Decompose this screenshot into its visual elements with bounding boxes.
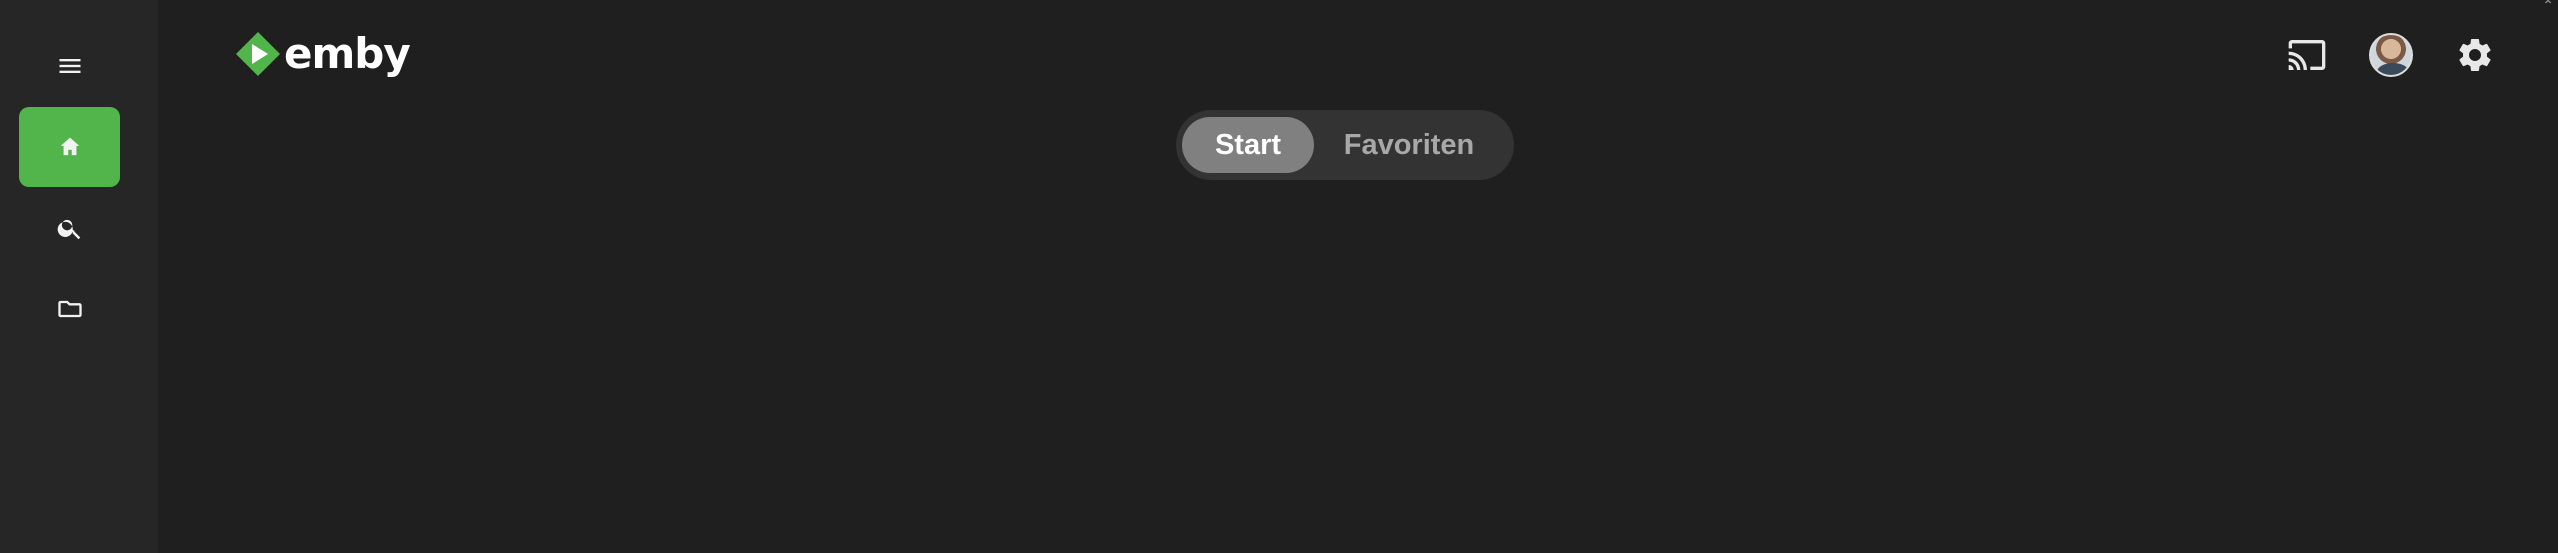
gear-icon (2459, 38, 2491, 71)
user-avatar (2369, 33, 2413, 77)
sidebar-item-home[interactable] (19, 107, 120, 187)
app-name: emby (284, 29, 411, 78)
cast-button[interactable] (2282, 30, 2332, 80)
emby-logo[interactable]: emby (234, 29, 411, 78)
sidebar (0, 0, 158, 553)
sidebar-item-folder[interactable] (19, 269, 120, 349)
menu-icon (59, 59, 80, 73)
search-icon (57, 219, 80, 240)
tab-start[interactable]: Start (1182, 117, 1314, 173)
cast-icon (2288, 40, 2326, 70)
folder-icon (57, 300, 82, 318)
home-icon (60, 137, 79, 156)
sidebar-item-search[interactable] (19, 188, 120, 268)
sidebar-menu-button[interactable] (19, 26, 120, 106)
user-avatar-button[interactable] (2366, 30, 2416, 80)
emby-logo-icon (236, 32, 280, 76)
settings-button[interactable] (2450, 30, 2500, 80)
emby-app: emby Start Favoriten ⌃ (0, 0, 2558, 553)
tab-favoriten[interactable]: Favoriten (1314, 117, 1504, 173)
home-tabs: Start Favoriten (1176, 110, 1514, 180)
window-corner-caret-icon: ⌃ (2542, 0, 2554, 14)
